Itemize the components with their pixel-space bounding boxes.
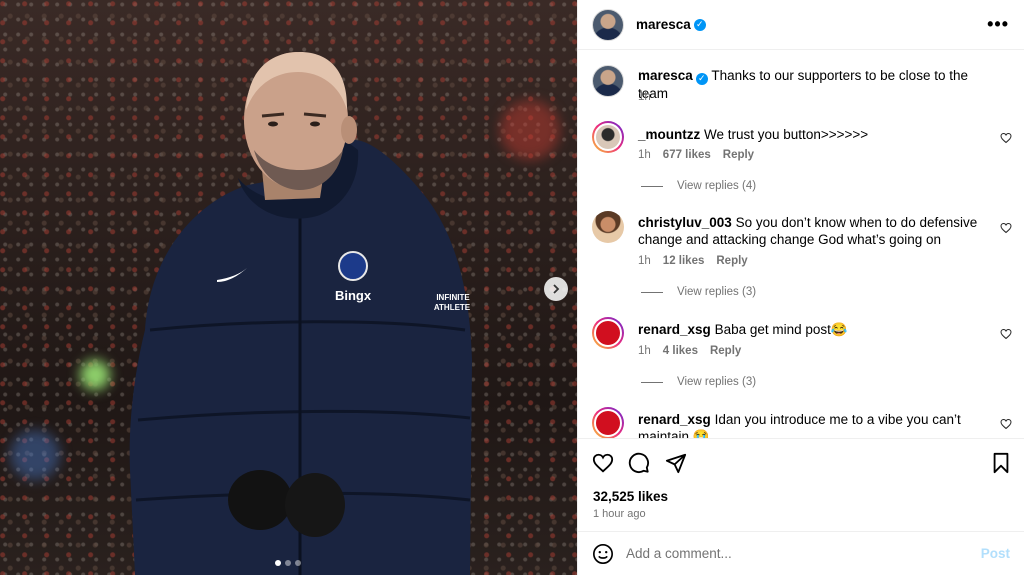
carousel-next-button[interactable]: [544, 277, 568, 301]
post-likes-count[interactable]: 32,525 likes: [593, 489, 668, 504]
caption-time[interactable]: 1h: [638, 91, 651, 103]
carousel-indicator: [275, 560, 301, 566]
view-replies-label: View replies (4): [677, 180, 757, 192]
view-replies-button[interactable]: View replies (4): [641, 180, 756, 192]
share-icon[interactable]: [665, 452, 687, 474]
more-options-icon[interactable]: •••: [987, 14, 1009, 35]
post-media[interactable]: Bingx INFINITE ATHLETE: [0, 0, 577, 575]
comment-composer: Post: [578, 531, 1024, 575]
comments-list[interactable]: maresca ✓ Thanks to our supporters to be …: [578, 51, 1024, 438]
svg-text:ATHLETE: ATHLETE: [434, 303, 471, 312]
comment-icon[interactable]: [628, 452, 650, 474]
verified-badge-icon: ✓: [693, 18, 706, 31]
view-replies-label: View replies (3): [677, 286, 757, 298]
post-actions: 32,525 likes 1 hour ago: [578, 438, 1024, 531]
reply-button[interactable]: Reply: [716, 255, 747, 267]
caption-username[interactable]: maresca: [638, 68, 693, 83]
commenter-avatar[interactable]: [592, 407, 624, 438]
comment-username[interactable]: renard_xsg: [638, 412, 711, 427]
heart-icon[interactable]: [1000, 328, 1012, 340]
comment-likes[interactable]: 12 likes: [663, 255, 705, 267]
view-replies-button[interactable]: View replies (3): [641, 376, 756, 388]
comment-likes[interactable]: 677 likes: [663, 149, 711, 161]
comment-text: We trust you button>>>>>>: [704, 127, 869, 142]
comment-likes[interactable]: 4 likes: [663, 345, 698, 357]
comment-time[interactable]: 1h: [638, 345, 651, 357]
commenter-avatar[interactable]: [592, 317, 624, 349]
comment-username[interactable]: renard_xsg: [638, 322, 711, 337]
save-bookmark-icon[interactable]: [990, 452, 1012, 474]
commenter-avatar[interactable]: [592, 211, 624, 243]
post-header: maresca ✓ •••: [578, 0, 1024, 50]
author-username[interactable]: maresca: [636, 17, 691, 32]
svg-text:INFINITE: INFINITE: [436, 293, 470, 302]
heart-icon[interactable]: [1000, 132, 1012, 144]
comment-username[interactable]: _mountzz: [638, 127, 700, 142]
post-sidebar: maresca ✓ ••• maresca ✓ Thanks to our sup…: [577, 0, 1024, 575]
view-replies-label: View replies (3): [677, 376, 757, 388]
svg-text:Bingx: Bingx: [335, 288, 372, 303]
author-avatar[interactable]: [592, 65, 624, 97]
comment-input[interactable]: [626, 546, 981, 561]
heart-icon[interactable]: [1000, 222, 1012, 234]
carousel-dot: [295, 560, 301, 566]
emoji-icon[interactable]: [592, 543, 614, 565]
verified-badge-icon: ✓: [695, 72, 708, 85]
carousel-dot: [285, 560, 291, 566]
like-heart-icon[interactable]: [592, 452, 614, 474]
heart-icon[interactable]: [1000, 418, 1012, 430]
comment-time[interactable]: 1h: [638, 255, 651, 267]
post-comment-button[interactable]: Post: [981, 546, 1010, 561]
comment-time[interactable]: 1h: [638, 149, 651, 161]
author-avatar[interactable]: [592, 8, 624, 41]
view-replies-button[interactable]: View replies (3): [641, 286, 756, 298]
post-timestamp[interactable]: 1 hour ago: [593, 508, 646, 520]
coach-photo: Bingx INFINITE ATHLETE: [129, 52, 472, 575]
commenter-avatar[interactable]: [592, 121, 624, 153]
comment-username[interactable]: christyluv_003: [638, 215, 732, 230]
reply-button[interactable]: Reply: [723, 149, 754, 161]
comment-text: Baba get mind post😂: [714, 322, 848, 337]
carousel-dot: [275, 560, 281, 566]
chevron-right-icon: [553, 284, 560, 294]
reply-button[interactable]: Reply: [710, 345, 741, 357]
